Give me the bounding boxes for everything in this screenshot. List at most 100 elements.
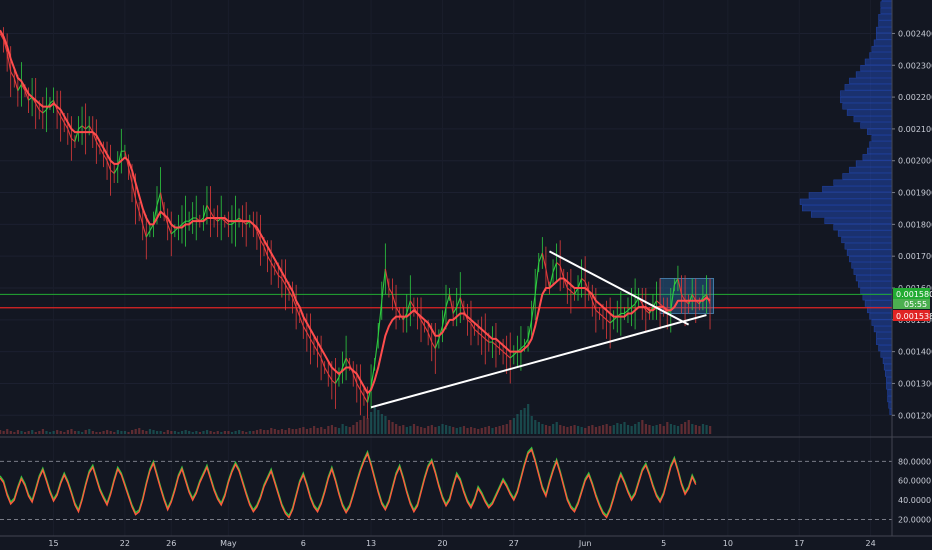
volume-bar — [88, 429, 91, 434]
volume-profile-bar — [886, 383, 893, 390]
volume-profile-bar — [808, 192, 893, 199]
price-tick-label: 0.001800 — [898, 220, 932, 229]
volume-bar — [494, 427, 498, 434]
volume-bar — [473, 428, 476, 434]
volume-profile-bar — [886, 376, 893, 384]
volume-bar — [180, 431, 184, 434]
volume-bar — [148, 429, 152, 434]
volume-profile-bar — [880, 1, 893, 8]
volume-bar — [163, 432, 166, 434]
volume-bar — [505, 424, 508, 434]
price-tick-label: 0.001300 — [898, 379, 932, 388]
volume-bar — [516, 414, 519, 434]
volume-bar — [409, 426, 412, 434]
volume-bar — [569, 426, 573, 434]
volume-bar — [291, 429, 294, 434]
volume-bar — [537, 422, 540, 434]
volume-profile-bar — [844, 84, 893, 91]
volume-bar — [6, 429, 9, 434]
volume-bar — [191, 432, 194, 434]
volume-bar — [81, 432, 84, 434]
volume-bar — [9, 431, 12, 434]
volume-bar — [612, 425, 615, 434]
volume-bar — [480, 428, 483, 434]
volume-bar — [188, 431, 191, 434]
volume-bar — [405, 427, 408, 434]
volume-bar — [134, 429, 137, 434]
time-tick-label: 6 — [301, 539, 306, 548]
volume-profile-bar — [837, 230, 893, 237]
trading-chart[interactable]: 0.002400 0.002300 0.002200 0.002100 0.002000… — [0, 0, 932, 550]
volume-bar — [359, 420, 362, 434]
volume-bar — [498, 426, 501, 434]
volume-bar — [320, 427, 323, 434]
volume-bar — [559, 425, 562, 434]
volume-bar — [477, 429, 480, 434]
red-level-badge-text: 0.001538 — [896, 312, 932, 321]
volume-bar — [2, 431, 5, 434]
volume-bar — [173, 431, 177, 434]
volume-bar — [555, 422, 558, 434]
volume-bar — [341, 424, 344, 434]
volume-bar — [669, 424, 672, 434]
volume-profile-bar — [855, 275, 893, 282]
volume-bar — [20, 431, 23, 434]
volume-bar — [348, 427, 351, 434]
volume-bar — [673, 425, 676, 434]
volume-bar — [434, 427, 437, 434]
volume-bar — [209, 431, 212, 434]
volume-bar — [676, 426, 680, 434]
time-tick-label: 13 — [366, 539, 376, 548]
volume-bar — [412, 424, 416, 434]
volume-bar — [38, 431, 41, 434]
volume-bar — [662, 426, 665, 434]
volume-bar — [295, 429, 298, 434]
volume-profile-bar — [867, 128, 893, 135]
volume-bar — [120, 431, 123, 434]
volume-bar — [113, 432, 116, 434]
volume-profile-bar — [846, 109, 893, 116]
volume-bar — [252, 431, 255, 434]
time-tick-label: 17 — [794, 539, 804, 548]
volume-bar — [523, 408, 526, 434]
volume-bar — [616, 423, 619, 434]
volume-bar — [423, 428, 426, 434]
volume-bar — [312, 426, 316, 434]
volume-bar — [541, 424, 544, 434]
time-tick-label: 20 — [437, 539, 447, 548]
volume-bar — [284, 430, 287, 434]
volume-bar — [166, 430, 169, 434]
volume-bar — [345, 426, 348, 434]
volume-bar — [530, 416, 533, 434]
volume-profile-bar — [876, 26, 893, 34]
rsi-tick-label: 60.0000 — [898, 477, 931, 486]
volume-profile-bar — [869, 52, 893, 59]
price-tick-label: 0.002100 — [898, 125, 932, 134]
volume-bar — [230, 432, 234, 434]
volume-bar — [95, 432, 98, 434]
volume-bar — [123, 431, 127, 434]
volume-bar — [377, 410, 380, 434]
volume-profile-bar — [871, 135, 893, 142]
volume-bar — [302, 427, 305, 434]
volume-bar — [13, 432, 16, 434]
volume-profile-bar — [880, 7, 893, 15]
volume-bar — [273, 429, 276, 434]
volume-bar — [63, 432, 66, 434]
volume-bar — [552, 424, 555, 434]
volume-bar — [216, 431, 219, 434]
volume-bar — [255, 430, 259, 434]
volume-bar — [227, 431, 230, 434]
time-tick-label: Jun — [578, 539, 592, 548]
volume-bar — [170, 431, 173, 434]
volume-bar — [288, 428, 291, 434]
volume-profile-bar — [810, 211, 893, 218]
volume-bar — [84, 430, 87, 434]
volume-bar — [270, 428, 273, 434]
volume-bar — [637, 422, 640, 434]
volume-profile-bar — [888, 402, 893, 409]
volume-bar — [519, 410, 523, 434]
volume-profile-bar — [853, 115, 893, 123]
time-tick-label: 24 — [865, 539, 875, 548]
volume-bar — [316, 428, 319, 434]
